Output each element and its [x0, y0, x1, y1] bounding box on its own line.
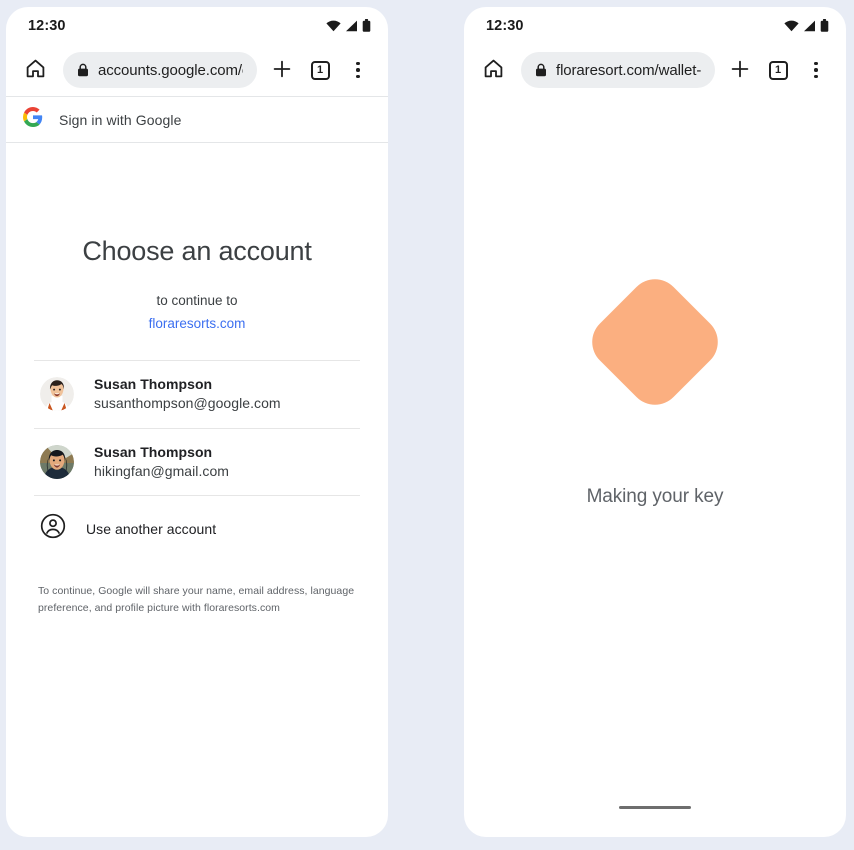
status-time: 12:30	[28, 17, 66, 34]
new-tab-button-left[interactable]	[265, 53, 299, 87]
tab-count-badge: 1	[310, 60, 330, 80]
tab-switcher-button-right[interactable]: 1	[761, 53, 795, 87]
browser-toolbar-right: floraresort.com/wallet- 1	[464, 44, 846, 96]
google-g-logo	[23, 107, 43, 132]
kebab-menu-icon	[814, 61, 818, 79]
wifi-icon	[326, 20, 341, 32]
status-icon-group	[784, 19, 829, 32]
status-bar-left: 12:30	[6, 7, 388, 44]
new-tab-button-right[interactable]	[723, 53, 757, 87]
cellular-signal-icon	[803, 20, 816, 32]
plus-icon	[272, 59, 292, 82]
lock-icon	[535, 63, 547, 77]
use-another-account-row[interactable]: Use another account	[34, 496, 360, 561]
use-another-account-label: Use another account	[86, 520, 217, 537]
plus-icon	[730, 59, 750, 82]
browser-toolbar-left: accounts.google.com/o/ 1	[6, 44, 388, 96]
making-key-label: Making your key	[586, 486, 724, 507]
top-cutoff-text-right: ...	[466, 0, 478, 3]
consent-disclaimer: To continue, Google will share your name…	[38, 585, 355, 614]
battery-icon	[820, 19, 829, 32]
phone-right-making-key: 12:30 floraresort.com/wallet- 1 Making y…	[464, 7, 846, 837]
account-circle-icon	[40, 513, 66, 544]
top-cutoff-artifact: ... ...	[0, 0, 854, 5]
avatar	[40, 444, 74, 479]
list-item[interactable]: Susan Thompson hikingfan@gmail.com	[34, 429, 360, 497]
key-diamond-shape	[581, 268, 729, 416]
home-button-right[interactable]	[476, 53, 510, 87]
continue-to-label: to continue to	[156, 293, 238, 308]
avatar	[40, 377, 74, 412]
omnibox-right[interactable]: floraresort.com/wallet-	[521, 52, 715, 88]
home-button-left[interactable]	[18, 53, 52, 87]
account-info: Susan Thompson susanthompson@google.com	[94, 375, 281, 414]
account-email: hikingfan@gmail.com	[94, 462, 229, 479]
url-text-right: floraresort.com/wallet-	[556, 61, 701, 79]
tab-switcher-button-left[interactable]: 1	[303, 53, 337, 87]
account-chooser: Choose an account to continue to florare…	[6, 143, 388, 616]
list-item[interactable]: Susan Thompson susanthompson@google.com	[34, 360, 360, 429]
wifi-icon	[784, 20, 799, 32]
account-info: Susan Thompson hikingfan@gmail.com	[94, 443, 229, 482]
phone-left-account-chooser: 12:30 accounts.google.com/o/ 1 Sign in w…	[6, 7, 388, 837]
account-email: susanthompson@google.com	[94, 395, 281, 412]
account-name: Susan Thompson	[94, 376, 213, 392]
browser-menu-button-left[interactable]	[341, 53, 375, 87]
home-icon	[25, 58, 46, 82]
omnibox-left[interactable]: accounts.google.com/o/	[63, 52, 257, 88]
page-title: Choose an account	[82, 236, 312, 266]
battery-icon	[362, 19, 371, 32]
home-icon	[483, 58, 504, 82]
sign-in-with-google-label: Sign in with Google	[59, 111, 182, 128]
top-cutoff-text-left: ...	[6, 0, 18, 3]
making-key-page: Making your key	[464, 96, 846, 837]
account-name: Susan Thompson	[94, 443, 213, 460]
gesture-navigation-bar[interactable]	[619, 805, 691, 809]
browser-menu-button-right[interactable]	[799, 53, 833, 87]
sign-in-with-google-header[interactable]: Sign in with Google	[6, 96, 388, 143]
tab-count-badge: 1	[768, 60, 788, 80]
status-bar-right: 12:30	[464, 7, 846, 44]
status-icon-group	[326, 19, 371, 32]
account-list: Susan Thompson susanthompson@google.com	[34, 360, 360, 561]
lock-icon	[77, 63, 89, 77]
target-domain-link[interactable]: floraresorts.com	[34, 316, 360, 331]
kebab-menu-icon	[356, 61, 360, 79]
url-text-left: accounts.google.com/o/	[98, 61, 243, 79]
status-time: 12:30	[486, 17, 524, 34]
cellular-signal-icon	[345, 20, 358, 32]
